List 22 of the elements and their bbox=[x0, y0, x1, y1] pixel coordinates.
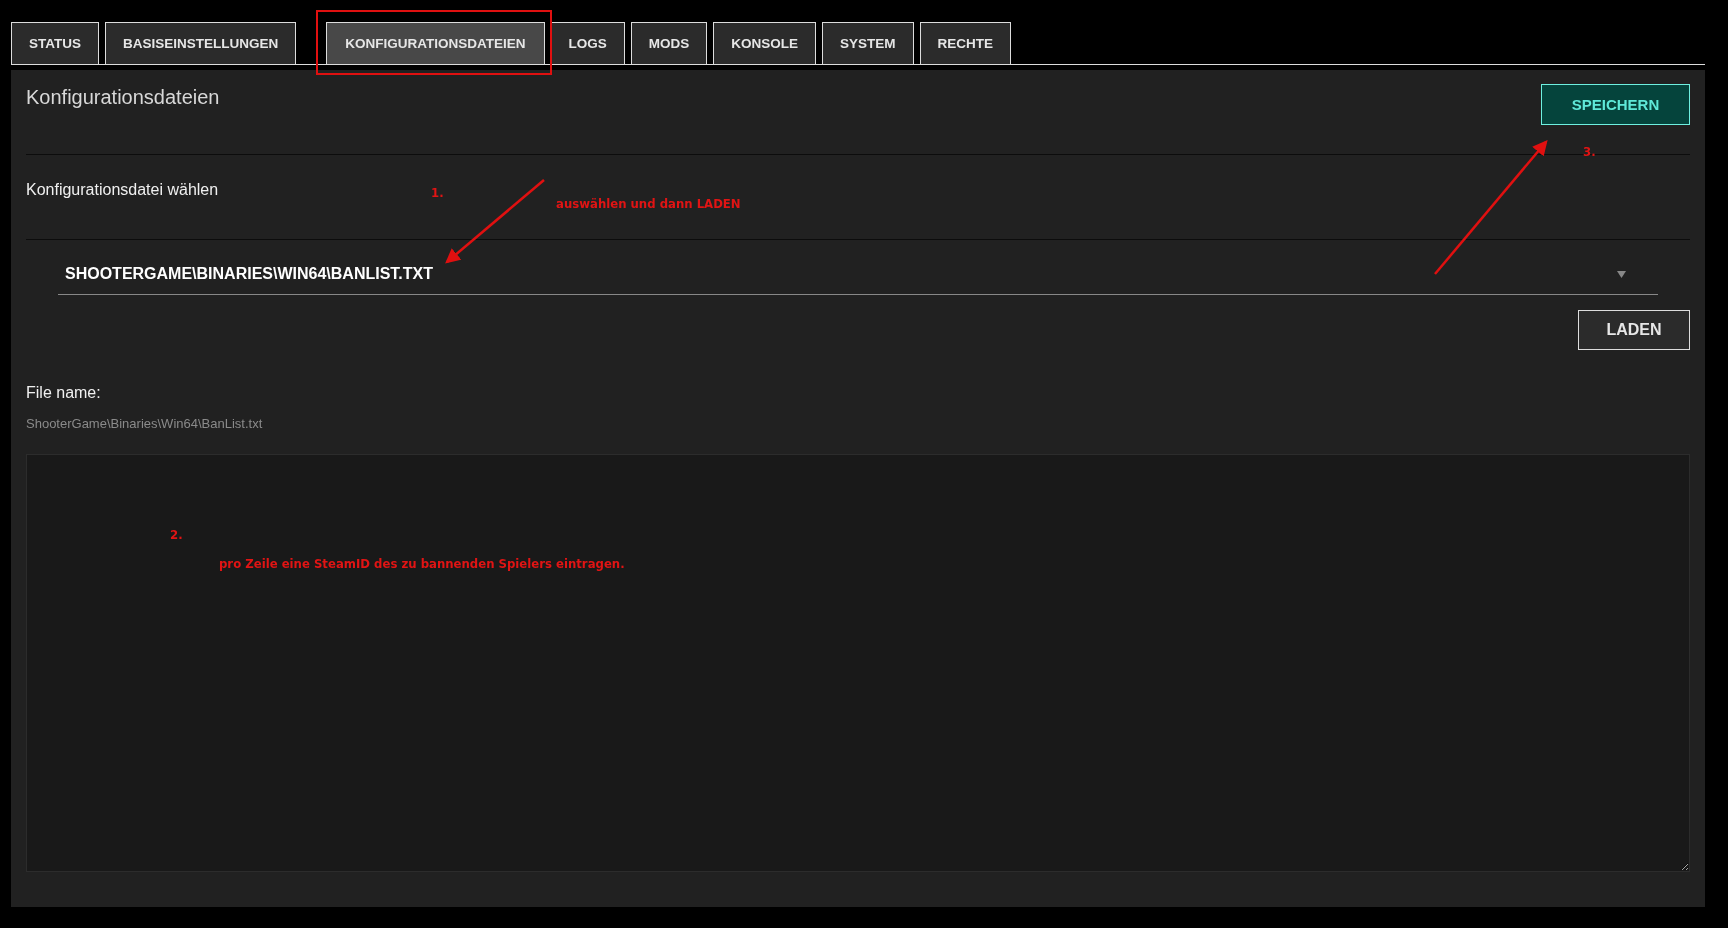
annotation-text: 3. bbox=[1583, 144, 1596, 159]
annotation-text: 1. bbox=[431, 185, 444, 200]
file-name-label: File name: bbox=[26, 384, 101, 402]
section-title: Konfigurationsdateien bbox=[26, 86, 220, 109]
caret-icon bbox=[1617, 270, 1626, 278]
file-editor[interactable] bbox=[26, 454, 1690, 872]
tab[interactable]: SYSTEM bbox=[822, 22, 914, 64]
annotation-text: auswählen und dann LADEN bbox=[556, 196, 741, 211]
tab[interactable]: LOGS bbox=[550, 22, 625, 64]
tab[interactable]: BASISEINSTELLUNGEN bbox=[105, 22, 297, 64]
save-button[interactable]: SPEICHERN bbox=[1541, 84, 1690, 125]
file-select[interactable]: SHOOTERGAME\BINARIES\WIN64\BANLIST.TXT bbox=[58, 254, 1658, 295]
annotation-text: 2. bbox=[170, 527, 183, 542]
annotation-text: pro Zeile eine SteamID des zu bannenden Spielers eintragen. bbox=[219, 556, 625, 571]
tab[interactable]: RECHTE bbox=[919, 22, 1012, 64]
load-button[interactable]: LADEN bbox=[1578, 310, 1690, 350]
select-label: Konfigurationsdatei wählen bbox=[26, 181, 219, 199]
file-path: ShooterGame\Binaries\Win64\BanList.txt bbox=[26, 416, 264, 431]
tab[interactable]: STATUS bbox=[11, 22, 99, 64]
tab[interactable]: MODS bbox=[630, 22, 708, 64]
tab[interactable]: KONSOLE bbox=[713, 22, 817, 64]
tab[interactable]: KONFIGURATIONSDATEIEN bbox=[326, 22, 545, 64]
